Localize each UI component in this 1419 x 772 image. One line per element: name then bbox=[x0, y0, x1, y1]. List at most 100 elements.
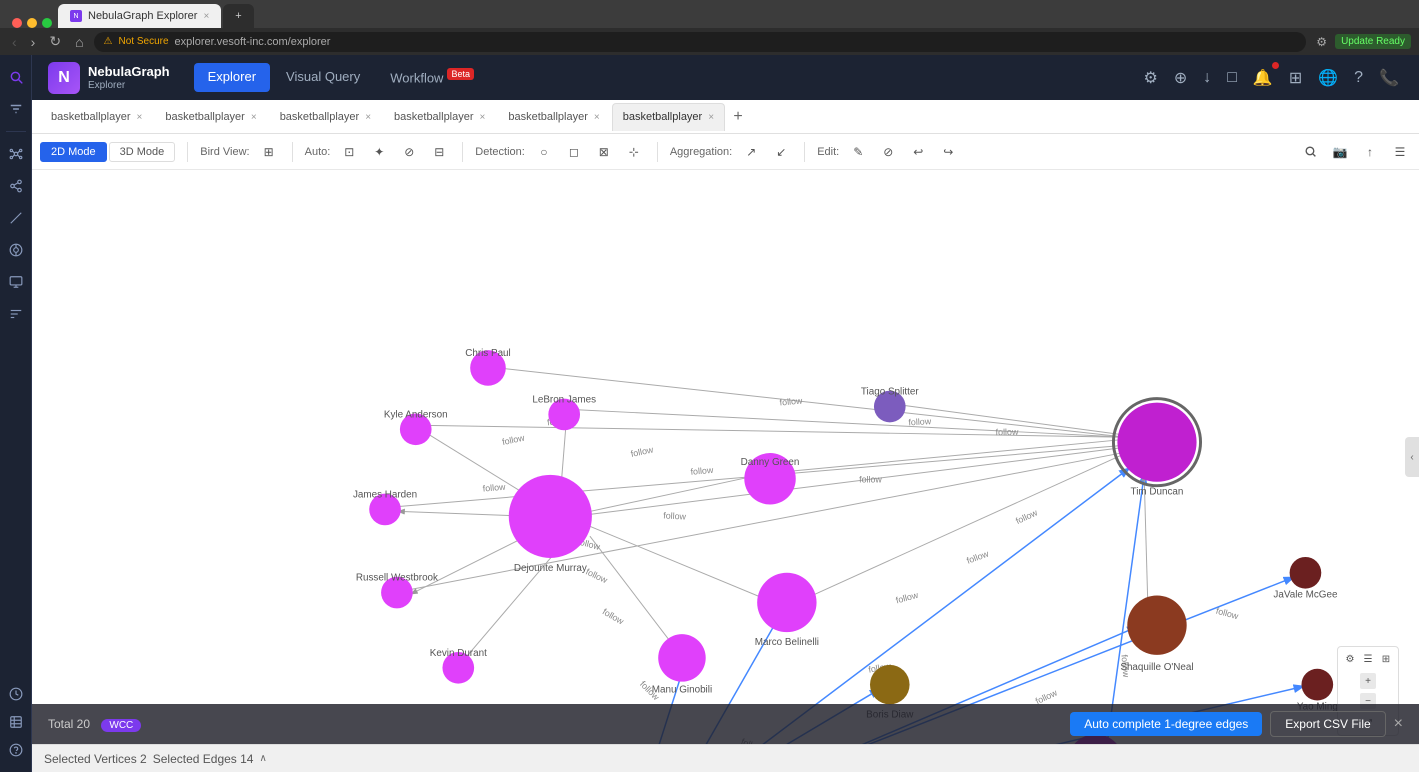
header-icon-3[interactable]: ↓ bbox=[1199, 65, 1215, 91]
toolbar-table-btn[interactable]: ☰ bbox=[1389, 141, 1411, 163]
tab-close-icon[interactable]: × bbox=[203, 11, 209, 22]
bottom-close-icon[interactable]: × bbox=[1394, 715, 1403, 733]
edit-icon-1[interactable]: ✎ bbox=[847, 141, 869, 163]
sidebar-icon-algo[interactable] bbox=[2, 268, 30, 296]
detection-icon-4[interactable]: ⊹ bbox=[623, 141, 645, 163]
svg-text:Danny Green: Danny Green bbox=[741, 457, 800, 468]
query-tab-4[interactable]: basketballplayer × bbox=[383, 103, 496, 131]
sidebar-icon-share[interactable] bbox=[2, 172, 30, 200]
detection-icon-1[interactable]: ○ bbox=[533, 141, 555, 163]
3d-mode-btn[interactable]: 3D Mode bbox=[109, 142, 176, 162]
toolbar-camera-btn[interactable]: 📷 bbox=[1329, 141, 1351, 163]
query-tab-3[interactable]: basketballplayer × bbox=[269, 103, 382, 131]
detection-icon-2[interactable]: ◻ bbox=[563, 141, 585, 163]
query-tab-1-close[interactable]: × bbox=[137, 112, 143, 123]
nav-tab-visual-query[interactable]: Visual Query bbox=[272, 63, 374, 91]
home-btn[interactable]: ⌂ bbox=[71, 32, 87, 52]
auto-icon-2[interactable]: ✦ bbox=[368, 141, 390, 163]
sidebar-icon-filter[interactable] bbox=[2, 95, 30, 123]
tab-favicon: N bbox=[70, 10, 82, 22]
graph-icon-2[interactable]: ☰ bbox=[1360, 651, 1376, 667]
edit-icon-2[interactable]: ⊘ bbox=[877, 141, 899, 163]
sidebar-icon-help[interactable] bbox=[2, 736, 30, 764]
svg-text:Shaquille O'Neal: Shaquille O'Neal bbox=[1120, 662, 1193, 673]
aggregation-icon-1[interactable]: ↗ bbox=[740, 141, 762, 163]
svg-text:Russell Westbrook: Russell Westbrook bbox=[356, 573, 438, 584]
node-javale-mcgee[interactable] bbox=[1290, 557, 1322, 589]
header-icon-globe[interactable]: 🌐 bbox=[1314, 64, 1342, 92]
detection-icon-3[interactable]: ⊠ bbox=[593, 141, 615, 163]
update-btn[interactable]: Update Ready bbox=[1335, 34, 1411, 49]
sidebar-icon-search[interactable] bbox=[2, 63, 30, 91]
query-tab-6-close[interactable]: × bbox=[708, 112, 714, 123]
auto-icon-3[interactable]: ⊘ bbox=[398, 141, 420, 163]
forward-btn[interactable]: › bbox=[27, 32, 40, 52]
aggregation-icon-2[interactable]: ↙ bbox=[770, 141, 792, 163]
query-tab-3-close[interactable]: × bbox=[365, 112, 371, 123]
tab-add-btn[interactable]: + bbox=[726, 105, 750, 129]
secure-icon: ⚠ bbox=[104, 36, 113, 47]
export-csv-btn[interactable]: Export CSV File bbox=[1270, 711, 1385, 737]
zoom-in-btn[interactable]: + bbox=[1360, 673, 1376, 689]
minimize-btn[interactable] bbox=[27, 18, 37, 28]
2d-mode-btn[interactable]: 2D Mode bbox=[40, 142, 107, 162]
autocomplete-btn[interactable]: Auto complete 1-degree edges bbox=[1070, 712, 1262, 736]
expand-chevron[interactable]: ∧ bbox=[259, 753, 266, 764]
collapse-handle[interactable]: ‹ bbox=[1405, 437, 1419, 477]
graph-icon-3[interactable]: ⊞ bbox=[1378, 651, 1394, 667]
node-boris-diaw[interactable] bbox=[870, 665, 910, 705]
sidebar-icon-history[interactable] bbox=[2, 680, 30, 708]
toolbar-search-btn[interactable] bbox=[1299, 141, 1321, 163]
query-tab-1-label: basketballplayer bbox=[51, 111, 131, 123]
node-marco-belinelli[interactable] bbox=[757, 573, 816, 632]
header-icon-notify[interactable]: 🔔 bbox=[1249, 64, 1277, 92]
nav-tab-explorer[interactable]: Explorer bbox=[194, 63, 270, 91]
auto-icon-1[interactable]: ⊡ bbox=[338, 141, 360, 163]
node-dejounte-murray[interactable] bbox=[509, 475, 592, 558]
query-tab-2[interactable]: basketballplayer × bbox=[154, 103, 267, 131]
header-icon-help[interactable]: ? bbox=[1350, 65, 1367, 91]
svg-text:follow: follow bbox=[1215, 606, 1240, 622]
header-icon-1[interactable]: ⚙ bbox=[1140, 64, 1162, 92]
header-icon-grid[interactable]: ⊞ bbox=[1285, 64, 1306, 92]
query-tab-6[interactable]: basketballplayer × bbox=[612, 103, 725, 131]
node-shaquille-oneal[interactable] bbox=[1127, 596, 1186, 655]
header-icon-headset[interactable]: 📞 bbox=[1375, 64, 1403, 92]
graph-canvas[interactable]: follow follow follow follow follow follo… bbox=[32, 170, 1419, 744]
svg-text:follow: follow bbox=[584, 567, 609, 586]
node-tim-duncan[interactable] bbox=[1117, 403, 1196, 482]
edit-icon-3[interactable]: ↩ bbox=[907, 141, 929, 163]
reload-btn[interactable]: ↻ bbox=[45, 31, 65, 52]
sidebar-icon-table[interactable] bbox=[2, 708, 30, 736]
maximize-btn[interactable] bbox=[42, 18, 52, 28]
back-btn[interactable]: ‹ bbox=[8, 32, 21, 52]
edit-icon-4[interactable]: ↪ bbox=[937, 141, 959, 163]
graph-icon-1[interactable]: ⚙ bbox=[1342, 651, 1358, 667]
query-tab-4-close[interactable]: × bbox=[480, 112, 486, 123]
toolbar-divider-2 bbox=[292, 142, 293, 162]
bird-view-icon[interactable]: ⊞ bbox=[258, 141, 280, 163]
browser-tab-active[interactable]: N NebulaGraph Explorer × bbox=[58, 4, 221, 28]
browser-tab-new[interactable]: + bbox=[223, 4, 253, 28]
svg-text:James Harden: James Harden bbox=[353, 490, 417, 501]
query-tab-1[interactable]: basketballplayer × bbox=[40, 103, 153, 131]
query-tab-5-close[interactable]: × bbox=[594, 112, 600, 123]
node-manu-ginobili[interactable] bbox=[658, 634, 706, 682]
sidebar-icon-explore[interactable] bbox=[2, 236, 30, 264]
svg-text:follow: follow bbox=[501, 432, 526, 447]
sidebar-icon-sort[interactable] bbox=[2, 300, 30, 328]
node-yao-ming[interactable] bbox=[1301, 669, 1333, 701]
query-tab-2-close[interactable]: × bbox=[251, 112, 257, 123]
address-bar[interactable]: ⚠ Not Secure explorer.vesoft-inc.com/exp… bbox=[94, 32, 1307, 52]
nav-tab-workflow[interactable]: WorkflowBeta bbox=[376, 63, 488, 91]
toolbar-export-btn[interactable]: ↑ bbox=[1359, 141, 1381, 163]
total-label: Total 20 WCC bbox=[48, 717, 141, 731]
sidebar-icon-graph[interactable] bbox=[2, 140, 30, 168]
header-icon-2[interactable]: ⊕ bbox=[1170, 64, 1191, 92]
query-tab-5[interactable]: basketballplayer × bbox=[497, 103, 610, 131]
auto-icon-4[interactable]: ⊟ bbox=[428, 141, 450, 163]
header-icon-4[interactable]: □ bbox=[1223, 65, 1241, 91]
sidebar-icon-line[interactable] bbox=[2, 204, 30, 232]
extensions-icon[interactable]: ⚙ bbox=[1312, 33, 1331, 51]
close-btn[interactable] bbox=[12, 18, 22, 28]
